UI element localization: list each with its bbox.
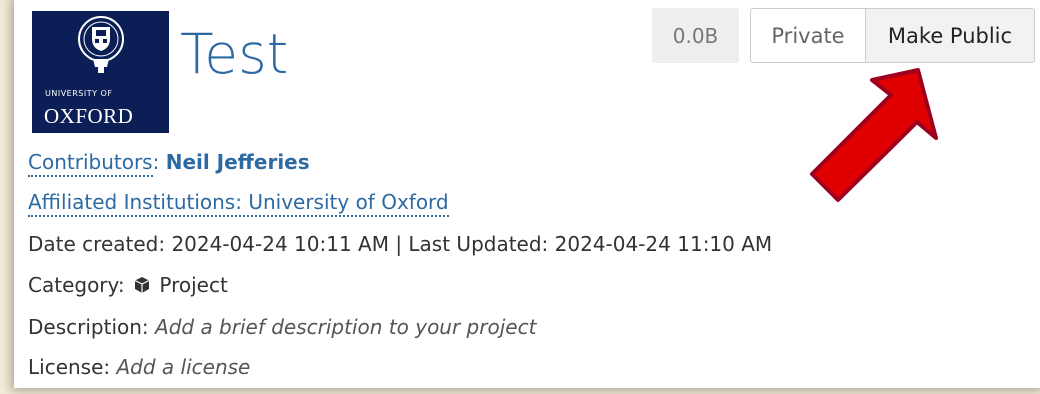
- category-label: Category:: [28, 273, 125, 297]
- make-public-button[interactable]: Make Public: [866, 8, 1035, 63]
- license-label: License:: [28, 355, 111, 379]
- contributor-name-link[interactable]: Neil Jefferies: [166, 150, 310, 174]
- category-row: Category: Project: [28, 273, 228, 297]
- description-label: Description:: [28, 315, 149, 339]
- description-placeholder[interactable]: Add a brief description to your project: [155, 315, 536, 339]
- oxford-crest-icon: [78, 16, 124, 73]
- affiliated-institutions-link[interactable]: Affiliated Institutions: University of O…: [28, 190, 449, 217]
- contributors-link[interactable]: Contributors: [28, 150, 153, 177]
- project-title: Test: [180, 22, 289, 86]
- private-button[interactable]: Private: [750, 8, 866, 63]
- description-row: Description: Add a brief description to …: [28, 315, 536, 339]
- storage-size-badge: 0.0B: [652, 8, 739, 63]
- license-placeholder[interactable]: Add a license: [117, 355, 251, 379]
- dates-row: Date created: 2024-04-24 10:11 AM | Last…: [28, 232, 773, 256]
- institution-logo[interactable]: UNIVERSITY OF OXFORD: [32, 11, 169, 133]
- category-value: Project: [159, 273, 228, 297]
- license-row: License: Add a license: [28, 355, 250, 379]
- logo-university-of: UNIVERSITY OF: [45, 89, 113, 98]
- visibility-button-group: Private Make Public: [750, 8, 1035, 63]
- affiliated-institutions-row: Affiliated Institutions: University of O…: [28, 190, 449, 217]
- cube-icon: [134, 277, 150, 293]
- contributors-row: Contributors: Neil Jefferies: [28, 150, 310, 177]
- logo-oxford: OXFORD: [44, 104, 134, 128]
- red-arrow-icon: [810, 68, 938, 202]
